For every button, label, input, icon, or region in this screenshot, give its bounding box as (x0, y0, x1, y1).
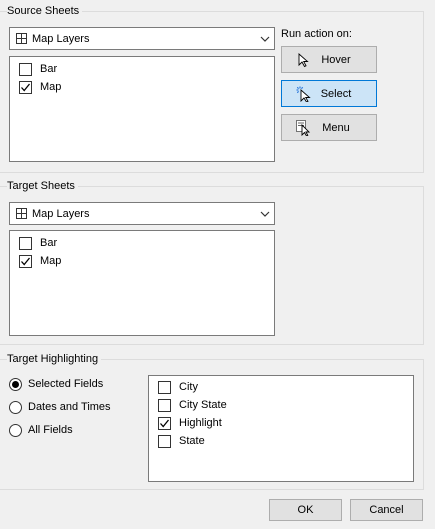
target-dropdown-value: Map Layers (32, 207, 90, 220)
checkbox[interactable] (158, 398, 171, 412)
checkbox[interactable] (158, 434, 171, 448)
list-item[interactable]: City (158, 379, 198, 395)
source-sheets-title: Source Sheets (7, 5, 83, 18)
source-sheets-dropdown[interactable]: Map Layers (9, 27, 275, 50)
list-item[interactable]: Bar (19, 235, 57, 251)
ok-button[interactable]: OK (269, 499, 342, 521)
cancel-button[interactable]: Cancel (350, 499, 423, 521)
checkbox[interactable] (19, 62, 32, 76)
list-item[interactable]: Map (19, 253, 61, 269)
radio-label: All Fields (28, 424, 73, 436)
grid-icon (16, 33, 27, 44)
list-item[interactable]: Highlight (158, 415, 222, 431)
checkmark-icon (21, 257, 31, 265)
list-item-label: City State (179, 399, 227, 411)
list-item[interactable]: City State (158, 397, 227, 413)
radio-selected-fields[interactable]: Selected Fields (9, 376, 103, 392)
list-item-label: Bar (40, 237, 58, 249)
checkmark-icon (160, 419, 170, 427)
checkbox-checked[interactable] (19, 80, 32, 94)
list-item-label: State (179, 435, 205, 447)
source-dropdown-value: Map Layers (32, 32, 90, 45)
target-sheets-title: Target Sheets (7, 180, 78, 193)
hover-button[interactable]: Hover (281, 46, 377, 73)
list-item[interactable]: Bar (19, 61, 57, 77)
chevron-down-icon (256, 203, 274, 224)
radio-button-selected[interactable] (9, 377, 22, 391)
radio-button[interactable] (9, 400, 22, 414)
target-sheets-list[interactable]: Bar Map (9, 230, 275, 336)
list-item-label: City (179, 381, 198, 393)
fields-list[interactable]: City City State Highlight State (148, 375, 414, 482)
checkbox[interactable] (19, 236, 32, 250)
radio-button[interactable] (9, 423, 22, 437)
chevron-down-icon (256, 28, 274, 49)
radio-label: Dates and Times (28, 401, 111, 413)
target-highlighting-title: Target Highlighting (7, 353, 102, 366)
checkmark-icon (21, 83, 31, 91)
select-button[interactable]: Select (281, 80, 377, 107)
grid-icon (16, 208, 27, 219)
menu-button[interactable]: Menu (281, 114, 377, 141)
list-item[interactable]: State (158, 433, 205, 449)
checkbox[interactable] (158, 380, 171, 394)
list-item-label: Map (40, 81, 62, 93)
source-sheets-list[interactable]: Bar Map (9, 56, 275, 162)
list-item-label: Map (40, 255, 62, 267)
list-item-label: Highlight (179, 417, 222, 429)
radio-label: Selected Fields (28, 378, 104, 390)
checkbox-checked[interactable] (19, 254, 32, 268)
radio-all-fields[interactable]: All Fields (9, 422, 73, 438)
run-action-label: Run action on: (281, 28, 352, 40)
target-sheets-dropdown[interactable]: Map Layers (9, 202, 275, 225)
list-item[interactable]: Map (19, 79, 61, 95)
checkbox-checked[interactable] (158, 416, 171, 430)
radio-dates-and-times[interactable]: Dates and Times (9, 399, 111, 415)
list-item-label: Bar (40, 63, 58, 75)
